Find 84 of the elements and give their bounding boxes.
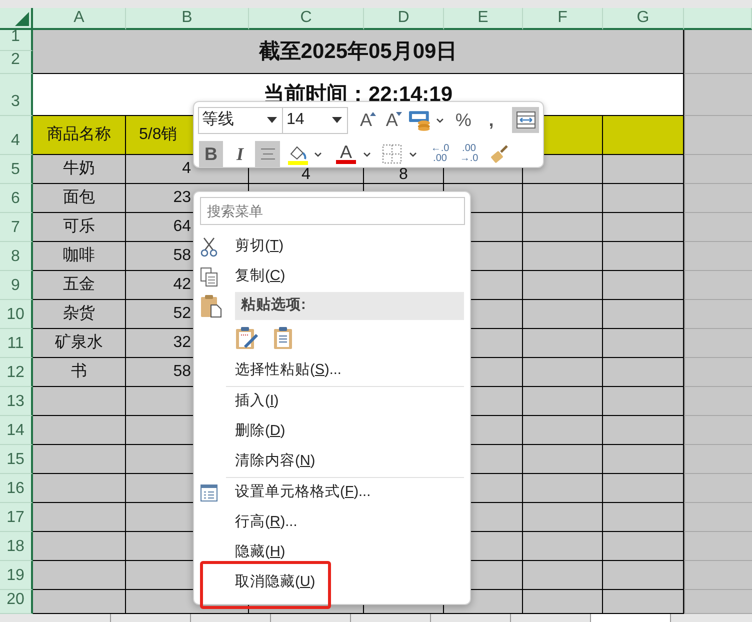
row-header[interactable]: 15 — [0, 445, 33, 474]
align-center-button[interactable] — [255, 141, 280, 167]
bold-button[interactable]: B — [199, 141, 223, 167]
paste-values-icon[interactable] — [273, 326, 293, 350]
table-cell: 可乐 — [33, 213, 126, 242]
chevron-icon[interactable] — [313, 150, 323, 158]
row-header[interactable]: 1 — [0, 30, 33, 51]
column-header[interactable]: F — [523, 8, 603, 30]
row-header[interactable]: 5 — [0, 155, 33, 184]
row-header[interactable]: 2 — [0, 51, 33, 74]
header-cell: 商品名称 — [33, 116, 126, 155]
grid-cell — [684, 300, 752, 329]
menu-item[interactable]: 取消隐藏(U) — [235, 575, 316, 591]
column-header[interactable]: C — [249, 8, 364, 30]
grid-cell — [684, 184, 752, 213]
color-bar-icon — [336, 160, 356, 164]
wrap-text-icon — [516, 111, 536, 129]
row-header[interactable]: 6 — [0, 184, 33, 213]
row-header[interactable]: 19 — [0, 561, 33, 590]
row-header[interactable]: 20 — [0, 590, 33, 614]
table-cell: 咖啡 — [33, 242, 126, 271]
row-header[interactable]: 12 — [0, 358, 33, 387]
grid-cell — [684, 358, 752, 387]
align-center-icon — [260, 148, 276, 160]
grid-cell — [684, 155, 752, 184]
grid-cell — [684, 445, 752, 474]
paste-formatting-icon[interactable] — [235, 326, 259, 350]
wrap-text-button[interactable] — [512, 107, 540, 133]
grid-cell — [684, 416, 752, 445]
row-header[interactable]: 17 — [0, 503, 33, 532]
decrease-decimal-button[interactable]: .00 →.0 — [457, 141, 481, 167]
chevron-icon[interactable] — [408, 150, 418, 158]
chevron-icon[interactable] — [362, 150, 372, 158]
menu-item[interactable]: 删除(D) — [235, 424, 286, 440]
copy-icon — [200, 267, 218, 287]
table-cell: 书 — [33, 358, 126, 387]
grid-cell — [684, 271, 752, 300]
format-painter-icon[interactable] — [489, 144, 509, 164]
font-size-dropdown[interactable]: 14 — [283, 106, 348, 134]
row-header[interactable]: 16 — [0, 474, 33, 503]
title-cell: 截至2025年05月09日 — [33, 30, 684, 74]
row-header[interactable]: 11 — [0, 329, 33, 358]
corner-triangle-icon — [15, 12, 29, 26]
table-cell: 牛奶 — [33, 155, 126, 184]
row-header[interactable]: 7 — [0, 213, 33, 242]
chevron-icon[interactable] — [434, 116, 444, 124]
section-header: 粘贴选项: — [235, 292, 464, 320]
menu-item[interactable]: 行高(R)... — [235, 515, 298, 531]
column-header[interactable]: E — [444, 8, 523, 30]
row-header[interactable]: 3 — [0, 74, 33, 116]
menu-item[interactable]: 插入(I) — [235, 394, 279, 410]
row-header[interactable]: 13 — [0, 387, 33, 416]
row-header[interactable]: 4 — [0, 116, 33, 155]
grid-cell — [684, 387, 752, 416]
paste-icon — [200, 294, 222, 318]
grid-cell — [684, 213, 752, 242]
row-header[interactable]: 18 — [0, 532, 33, 561]
column-header[interactable]: G — [603, 8, 684, 30]
select-all-button[interactable] — [0, 8, 33, 30]
scissors-icon — [200, 237, 218, 257]
grid-cell — [684, 503, 752, 532]
grid-cell — [684, 474, 752, 503]
column-header[interactable]: D — [364, 8, 444, 30]
row-header[interactable]: 10 — [0, 300, 33, 329]
grid-cell — [684, 561, 752, 590]
table-cell: 矿泉水 — [33, 329, 126, 358]
menu-item[interactable]: 清除内容(N) — [235, 454, 316, 470]
table-cell: 五金 — [33, 271, 126, 300]
table-cell: 面包 — [33, 184, 126, 213]
menu-item[interactable]: 隐藏(H) — [235, 545, 286, 561]
menu-item[interactable]: 设置单元格格式(F)... — [235, 485, 371, 501]
grid-cell — [684, 532, 752, 561]
grid-cell — [684, 329, 752, 358]
column-header[interactable]: A — [33, 8, 126, 30]
search-field[interactable]: 搜索菜单 — [200, 197, 465, 225]
grid-cell — [684, 242, 752, 271]
borders-icon[interactable] — [382, 144, 402, 164]
column-header[interactable]: B — [126, 8, 249, 30]
accounting-format-icon[interactable] — [408, 109, 432, 131]
format-cells-icon — [200, 484, 218, 502]
row-header[interactable]: 8 — [0, 242, 33, 271]
row-header[interactable]: 9 — [0, 271, 33, 300]
table-cell: 杂货 — [33, 300, 126, 329]
row-header[interactable]: 14 — [0, 416, 33, 445]
